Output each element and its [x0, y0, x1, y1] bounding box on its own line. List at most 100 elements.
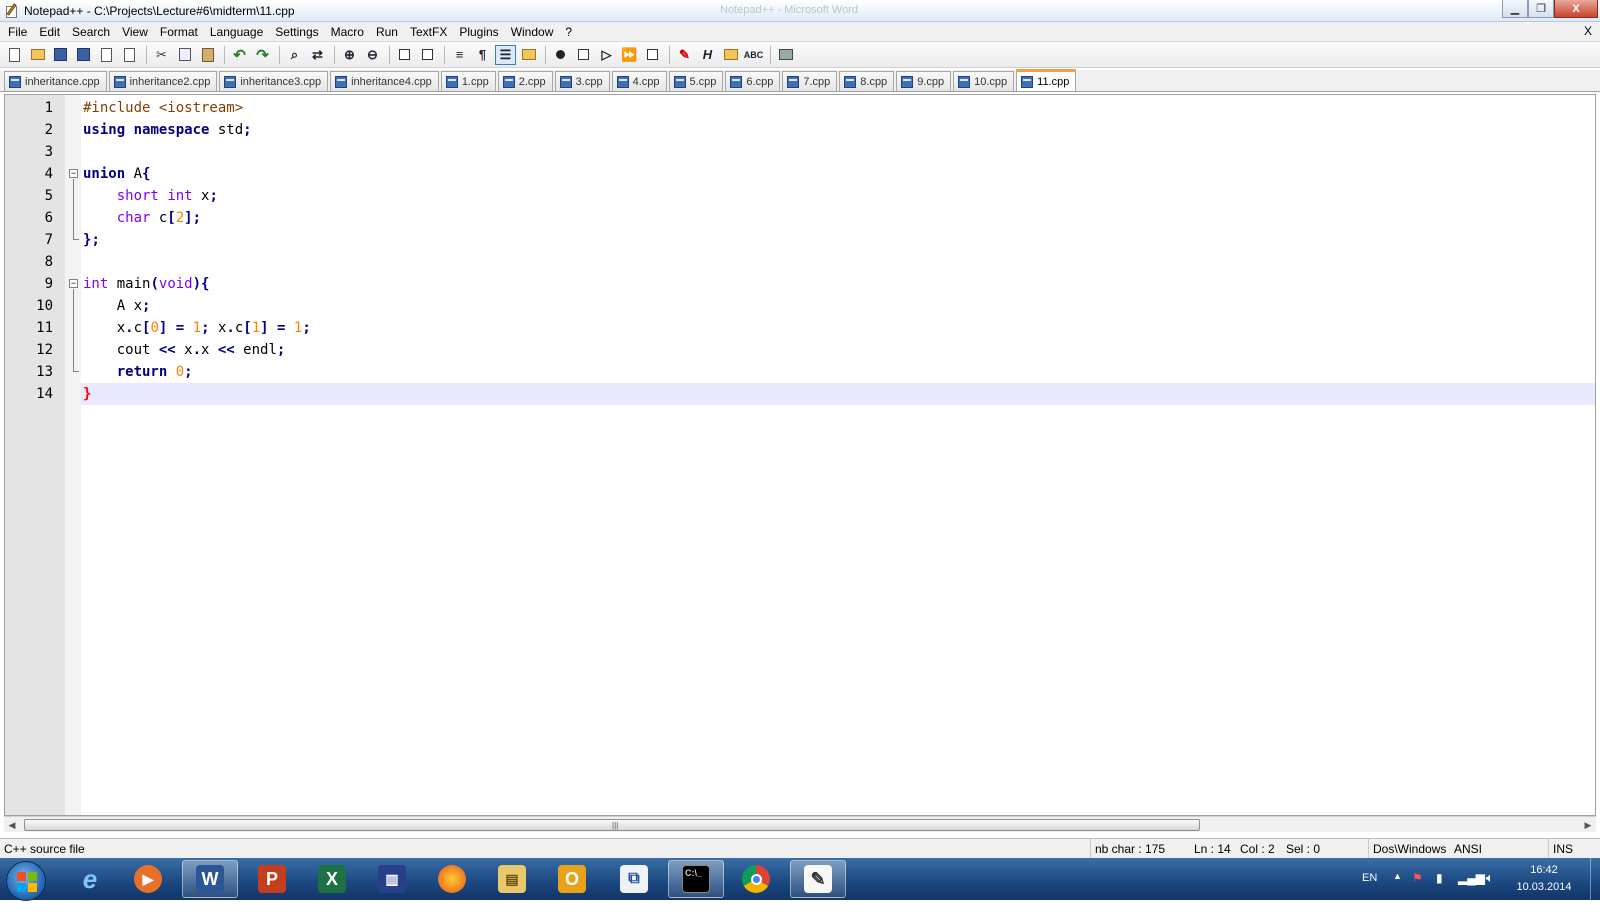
menu-textfx[interactable]: TextFX — [404, 25, 453, 39]
pdf-button[interactable]: ✎ — [674, 45, 695, 65]
language-indicator[interactable]: EN — [1362, 872, 1377, 914]
show-all-chars-button[interactable]: ¶ — [472, 45, 493, 65]
volume-icon[interactable]: 🔈︎ — [1486, 870, 1494, 912]
menu-language[interactable]: Language — [204, 25, 269, 39]
paste-button[interactable] — [197, 45, 218, 65]
tab-9-cpp[interactable]: 9.cpp — [896, 71, 952, 91]
html-tag-button[interactable]: H — [697, 45, 718, 65]
run-macro-multiple-button[interactable]: ⏩ — [619, 45, 640, 65]
start-button[interactable] — [6, 861, 46, 901]
copy-button[interactable] — [174, 45, 195, 65]
code-line[interactable]: cout << x.x << endl; — [83, 339, 286, 361]
menu-plugins[interactable]: Plugins — [453, 25, 504, 39]
horizontal-scrollbar[interactable]: ◀ ||| ▶ — [4, 816, 1596, 832]
tab-7-cpp[interactable]: 7.cpp — [782, 71, 838, 91]
tab-5-cpp[interactable]: 5.cpp — [668, 71, 724, 91]
taskbar-library[interactable]: ▥ — [364, 860, 420, 898]
taskbar-word[interactable]: W — [182, 860, 238, 898]
menu-search[interactable]: Search — [66, 25, 116, 39]
battery-icon[interactable]: ▮ — [1436, 871, 1443, 913]
tab-inheritance-cpp[interactable]: inheritance.cpp — [4, 71, 107, 91]
maximize-button[interactable]: ❐ — [1528, 0, 1554, 18]
stop-macro-button[interactable] — [573, 45, 594, 65]
zoom-in-button[interactable]: ⊕ — [339, 45, 360, 65]
code-line[interactable]: union A{ — [83, 163, 150, 185]
menu-edit[interactable]: Edit — [33, 25, 66, 39]
menu-help[interactable]: ? — [559, 25, 578, 39]
network-icon[interactable]: ▂▄▆ — [1458, 871, 1485, 913]
scroll-right-icon[interactable]: ▶ — [1582, 819, 1594, 831]
taskbar-firefox[interactable] — [424, 860, 480, 898]
taskbar-notepad-plus-plus[interactable]: ✎ — [790, 860, 846, 898]
code-line[interactable]: } — [83, 383, 91, 405]
close-file-button[interactable] — [96, 45, 117, 65]
menu-format[interactable]: Format — [154, 25, 204, 39]
fold-toggle-icon[interactable]: − — [69, 169, 78, 178]
cut-button[interactable]: ✂ — [151, 45, 172, 65]
indent-guide-button[interactable]: ☰ — [495, 44, 516, 65]
tab-11-cpp[interactable]: 11.cpp — [1016, 69, 1077, 91]
tab-inheritance2-cpp[interactable]: inheritance2.cpp — [108, 71, 218, 91]
code-line[interactable]: #include <iostream> — [83, 97, 243, 119]
code-line[interactable]: short int x; — [83, 185, 218, 207]
menu-settings[interactable]: Settings — [269, 25, 324, 39]
code-line[interactable]: A x; — [83, 295, 151, 317]
scrollbar-thumb[interactable]: ||| — [24, 819, 1200, 831]
code-line[interactable]: return 0; — [83, 361, 193, 383]
code-line[interactable]: x.c[0] = 1; x.c[1] = 1; — [83, 317, 311, 339]
tab-8-cpp[interactable]: 8.cpp — [839, 71, 895, 91]
taskbar-visual-studio[interactable]: ⧉ — [606, 860, 662, 898]
show-desktop-button[interactable] — [1590, 858, 1600, 900]
print-button[interactable] — [775, 45, 796, 65]
redo-button[interactable]: ↷ — [252, 45, 273, 65]
action-center-icon[interactable]: ⚑ — [1412, 871, 1423, 913]
taskbar-media-player[interactable]: ▶ — [120, 860, 176, 898]
fold-toggle-icon[interactable]: − — [69, 279, 78, 288]
code-line[interactable]: char c[2]; — [83, 207, 201, 229]
taskbar-command-prompt[interactable]: C:\_ — [668, 860, 724, 898]
menu-view[interactable]: View — [116, 25, 154, 39]
save-all-button[interactable] — [73, 45, 94, 65]
sync-horizontal-button[interactable] — [417, 45, 438, 65]
minimize-button[interactable]: ▁ — [1502, 0, 1528, 18]
code-editor[interactable]: 1 #include <iostream> 2 using namespace std… — [4, 94, 1596, 816]
taskbar-file-explorer[interactable]: ▤ — [484, 860, 540, 898]
menu-run[interactable]: Run — [370, 25, 404, 39]
sync-vertical-button[interactable] — [394, 45, 415, 65]
menu-file[interactable]: File — [0, 25, 33, 39]
menu-macro[interactable]: Macro — [325, 25, 370, 39]
taskbar-powerpoint[interactable]: P — [244, 860, 300, 898]
new-file-button[interactable] — [4, 45, 25, 65]
open-file-button[interactable] — [27, 45, 48, 65]
word-wrap-button[interactable]: ≡ — [449, 45, 470, 65]
menu-window[interactable]: Window — [505, 25, 560, 39]
tab-2-cpp[interactable]: 2.cpp — [497, 71, 553, 91]
taskbar-chrome[interactable] — [728, 860, 784, 898]
tab-3-cpp[interactable]: 3.cpp — [554, 71, 610, 91]
close-document-button[interactable]: X — [1584, 24, 1592, 38]
code-line[interactable]: using namespace std; — [83, 119, 252, 141]
taskbar-outlook[interactable]: O — [544, 860, 600, 898]
undo-button[interactable]: ↶ — [229, 45, 250, 65]
tab-1-cpp[interactable]: 1.cpp — [440, 71, 496, 91]
record-macro-button[interactable] — [550, 45, 571, 65]
tab-inheritance3-cpp[interactable]: inheritance3.cpp — [219, 71, 329, 91]
doc-map-button[interactable] — [518, 45, 539, 65]
taskbar-internet-explorer[interactable]: e — [62, 860, 118, 898]
tab-6-cpp[interactable]: 6.cpp — [725, 71, 781, 91]
tab-inheritance4-cpp[interactable]: inheritance4.cpp — [330, 71, 439, 91]
close-window-button[interactable]: X — [1554, 0, 1598, 18]
spell-check-button[interactable]: ABC — [743, 45, 764, 65]
tab-4-cpp[interactable]: 4.cpp — [611, 71, 667, 91]
tab-10-cpp[interactable]: 10.cpp — [953, 71, 1015, 91]
close-all-button[interactable] — [119, 45, 140, 65]
code-line[interactable]: }; — [83, 229, 100, 251]
save-macro-button[interactable] — [642, 45, 663, 65]
find-button[interactable]: ⌕ — [284, 45, 305, 65]
zoom-out-button[interactable]: ⊖ — [362, 45, 383, 65]
taskbar-excel[interactable]: X — [304, 860, 360, 898]
save-button[interactable] — [50, 45, 71, 65]
show-hidden-icons-icon[interactable]: ▲ — [1393, 871, 1402, 913]
folder-button[interactable] — [720, 45, 741, 65]
clock[interactable]: 16:42 10.03.2014 — [1508, 862, 1580, 896]
